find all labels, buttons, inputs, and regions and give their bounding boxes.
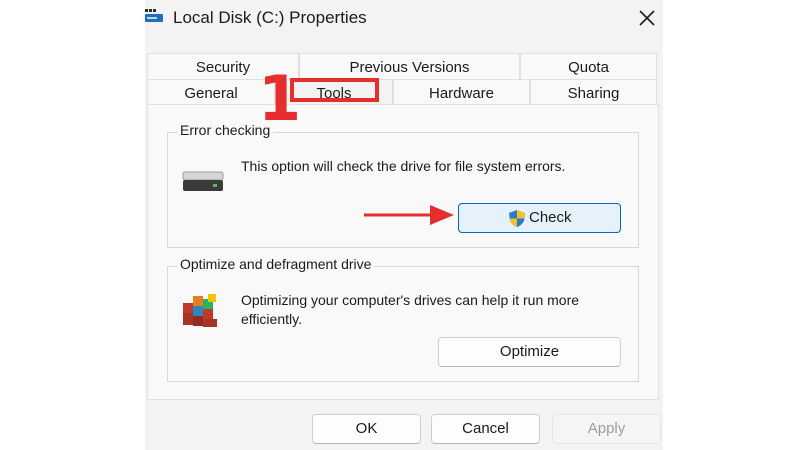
cancel-button[interactable]: Cancel: [431, 414, 540, 444]
error-checking-group: Error checking This option will check th…: [167, 122, 639, 248]
optimize-group: Optimize and defragment drive Optimizing…: [167, 256, 639, 382]
close-icon[interactable]: [635, 6, 659, 30]
tab-row-top: Security Previous Versions Quota: [145, 53, 663, 80]
defrag-icon: [183, 294, 217, 327]
annotation-highlight-box: [290, 78, 379, 102]
title-bar: Local Disk (C:) Properties: [145, 0, 663, 40]
error-checking-description: This option will check the drive for fil…: [241, 158, 566, 174]
tools-panel: Error checking This option will check th…: [147, 104, 659, 400]
drive-icon: [182, 171, 224, 191]
optimize-button[interactable]: Optimize: [438, 337, 621, 367]
optimize-title: Optimize and defragment drive: [177, 256, 375, 272]
optimize-description: Optimizing your computer's drives can he…: [241, 292, 580, 327]
drive-app-icon: [145, 9, 163, 22]
annotation-arrow-icon: [364, 205, 454, 225]
uac-shield-icon: [509, 210, 525, 227]
check-button-label: Check: [529, 209, 572, 226]
tab-hardware[interactable]: Hardware: [393, 79, 530, 106]
tab-row-bottom: General Tools Hardware Sharing: [145, 79, 663, 106]
apply-button[interactable]: Apply: [552, 414, 661, 444]
window-title: Local Disk (C:) Properties: [173, 8, 367, 27]
tab-sharing[interactable]: Sharing: [530, 79, 657, 106]
tab-quota[interactable]: Quota: [520, 53, 657, 80]
tab-general[interactable]: General: [147, 79, 275, 106]
tab-previous-versions[interactable]: Previous Versions: [299, 53, 520, 80]
ok-button[interactable]: OK: [312, 414, 421, 444]
check-button[interactable]: Check: [458, 203, 621, 233]
